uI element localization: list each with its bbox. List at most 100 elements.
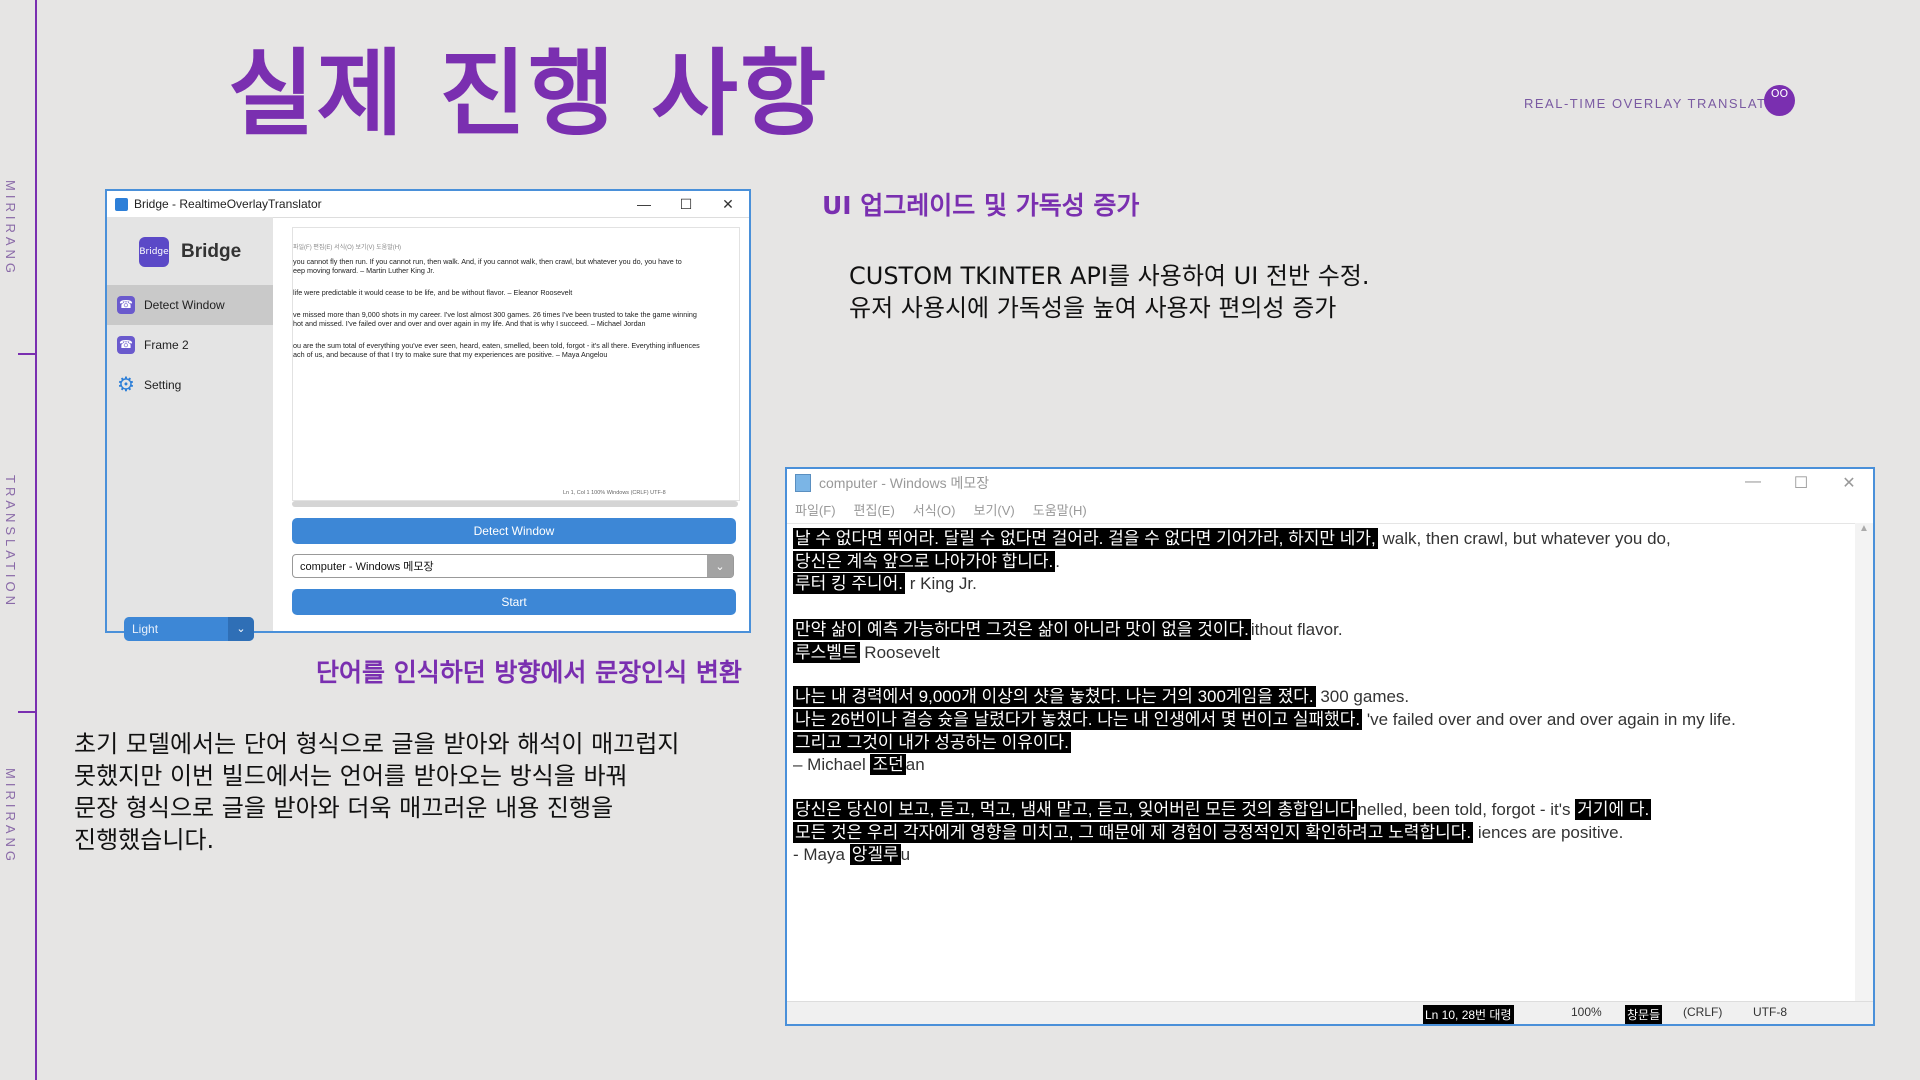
window-select-value: computer - Windows 메모장 xyxy=(300,561,434,573)
text-row: 만약 삶이 예측 가능하다면 그것은 삶이 아니라 맛이 없을 것이다. itho… xyxy=(793,619,1343,641)
original-text: Roosevelt xyxy=(859,643,940,662)
original-text: iences are positive. xyxy=(1473,823,1624,842)
text-row: 나는 26번이나 결승 슛을 날렸다가 놓쳤다. 나는 내 인생에서 몇 번이고… xyxy=(793,709,1736,731)
preview-menu: 파일(F) 편집(E) 서식(O) 보기(V) 도움말(H) xyxy=(293,245,402,251)
translation-overlay: 당신은 계속 앞으로 나아가야 합니다. xyxy=(793,551,1056,572)
status-line-ending-overlay: 창문들 xyxy=(1625,1005,1663,1024)
original-text: nelled, been told, forgot - it's xyxy=(1357,800,1576,819)
accent-tick xyxy=(18,353,36,355)
menu-edit[interactable]: 편집(E) xyxy=(854,500,895,519)
app-icon xyxy=(115,197,128,211)
menu-help[interactable]: 도움말(H) xyxy=(1033,500,1087,519)
text-row: - Maya 앙겔루 u xyxy=(793,844,910,866)
start-button[interactable]: Start xyxy=(292,589,736,615)
translation-overlay: 그리고 그것이 내가 성공하는 이유이다. xyxy=(793,732,1071,753)
text-row: 루스벨트 Roosevelt xyxy=(793,642,940,664)
preview-status: Ln 1, Col 1 100% Windows (CRLF) UTF-8 xyxy=(563,490,666,496)
original-text: walk, then crawl, but whatever you do, xyxy=(1377,529,1671,548)
status-encoding: UTF-8 xyxy=(1753,1005,1787,1019)
translation-overlay: 당신은 당신이 보고, 듣고, 먹고, 냄새 맡고, 듣고, 잊어버린 모든 것… xyxy=(793,799,1358,820)
preview-line: hot and missed. I've failed over and ove… xyxy=(293,319,646,328)
text-row: 나는 내 경력에서 9,000개 이상의 샷을 놓쳤다. 나는 거의 300게임… xyxy=(793,686,1409,708)
notepad-menu-bar: 파일(F) 편집(E) 서식(O) 보기(V) 도움말(H) xyxy=(787,497,1873,521)
body-line: 초기 모델에서는 단어 형식으로 글을 받아와 해석이 매끄럽지 xyxy=(74,730,680,758)
maximize-button[interactable]: ☐ xyxy=(665,196,707,213)
original-text: u xyxy=(900,845,911,864)
preview-line: you cannot fly then run. If you cannot r… xyxy=(293,257,682,266)
accent-tick xyxy=(18,711,36,713)
side-label: MIRIRANG xyxy=(3,180,18,277)
chevron-down-icon[interactable]: ⌄ xyxy=(228,617,254,641)
translation-overlay: 모든 것은 우리 각자에게 영향을 미치고, 그 때문에 제 경험이 긍정적인지… xyxy=(793,822,1474,843)
close-button[interactable]: ✕ xyxy=(707,196,749,213)
theme-value: Light xyxy=(132,622,159,636)
original-text: – Michael xyxy=(793,755,871,774)
minimize-button[interactable]: — xyxy=(1729,473,1777,493)
nav-setting[interactable]: ⚙ Setting xyxy=(107,365,273,405)
status-zoom: 100% xyxy=(1571,1005,1602,1019)
original-text: 've failed over and over and over again … xyxy=(1362,710,1736,729)
text-row: 당신은 당신이 보고, 듣고, 먹고, 냄새 맡고, 듣고, 잊어버린 모든 것… xyxy=(793,799,1652,821)
close-button[interactable]: ✕ xyxy=(1825,473,1873,493)
window-select[interactable]: computer - Windows 메모장 ⌄ xyxy=(292,554,734,578)
preview-line: ach of us, and because of that I try to … xyxy=(293,350,608,359)
original-text: r King Jr. xyxy=(905,574,977,593)
menu-file[interactable]: 파일(F) xyxy=(795,500,836,519)
preview-line: life were predictable it would cease to … xyxy=(293,288,573,297)
nav-label: Frame 2 xyxy=(144,338,189,352)
right-heading: UI 업그레이드 및 가독성 증가 xyxy=(822,191,1140,220)
maximize-button[interactable]: ☐ xyxy=(1777,473,1825,493)
window-controls: — ☐ ✕ xyxy=(1729,473,1873,493)
scroll-up-icon[interactable]: ▲ xyxy=(1855,523,1873,534)
original-text: an xyxy=(905,755,925,774)
brand-tag: REAL-TIME OVERLAY TRANSLATION xyxy=(1524,96,1795,111)
nav-frame-2[interactable]: ☎ Frame 2 xyxy=(107,325,273,365)
minimize-button[interactable]: — xyxy=(623,196,665,213)
body-line: CUSTOM TKINTER API를 사용하여 UI 전반 수정. xyxy=(849,262,1370,290)
page-title: 실제 진행 사항 xyxy=(228,40,829,149)
side-label: MIRIRANG xyxy=(3,768,18,865)
left-accent-line xyxy=(35,0,37,1080)
chevron-down-icon[interactable]: ⌄ xyxy=(707,555,733,577)
translation-overlay: 루스벨트 xyxy=(793,642,860,663)
menu-view[interactable]: 보기(V) xyxy=(973,500,1014,519)
detect-window-button[interactable]: Detect Window xyxy=(292,518,736,544)
text-row: 루터 킹 주니어. r King Jr. xyxy=(793,573,977,595)
bridge-logo-icon: Bridge xyxy=(139,237,169,267)
right-body: CUSTOM TKINTER API를 사용하여 UI 전반 수정. 유저 사용… xyxy=(849,260,1369,324)
side-label: TRANSLATION xyxy=(3,475,18,610)
phone-icon: ☎ xyxy=(117,296,135,314)
original-text: 300 games. xyxy=(1315,687,1410,706)
text-row: – Michael 조던 an xyxy=(793,754,925,776)
left-body: 초기 모델에서는 단어 형식으로 글을 받아와 해석이 매끄럽지 못했지만 이번… xyxy=(74,728,679,856)
bridge-title-bar: Bridge - RealtimeOverlayTranslator — ☐ ✕ xyxy=(107,191,749,218)
preview-line: ou are the sum total of everything you'v… xyxy=(293,341,700,350)
preview-line: ve missed more than 9,000 shots in my ca… xyxy=(293,310,697,319)
theme-select[interactable]: Light ⌄ xyxy=(124,617,254,641)
notepad-icon xyxy=(795,474,811,492)
text-row: 그리고 그것이 내가 성공하는 이유이다. xyxy=(793,732,1071,754)
body-line: 문장 형식으로 글을 받아와 더욱 매끄러운 내용 진행을 xyxy=(74,794,614,822)
capture-preview: 파일(F) 편집(E) 서식(O) 보기(V) 도움말(H) you canno… xyxy=(292,227,740,501)
text-row: 날 수 없다면 뛰어라. 달릴 수 없다면 걸어라. 걸을 수 없다면 기어가라… xyxy=(793,528,1671,550)
notepad-text-area[interactable]: 날 수 없다면 뛰어라. 달릴 수 없다면 걸어라. 걸을 수 없다면 기어가라… xyxy=(787,523,1855,1002)
body-line: 유저 사용시에 가독성을 높여 사용자 편의성 증가 xyxy=(849,294,1337,322)
nav-detect-window[interactable]: ☎ Detect Window xyxy=(107,285,273,325)
bridge-window: Bridge - RealtimeOverlayTranslator — ☐ ✕… xyxy=(105,189,751,641)
text-row: 모든 것은 우리 각자에게 영향을 미치고, 그 때문에 제 경험이 긍정적인지… xyxy=(793,822,1623,844)
vertical-scrollbar[interactable]: ▲ xyxy=(1855,523,1873,1002)
nav-label: Detect Window xyxy=(144,298,225,312)
original-text: ithout flavor. xyxy=(1250,620,1343,639)
body-line: 못했지만 이번 빌드에서는 언어를 받아오는 방식을 바꿔 xyxy=(74,762,628,790)
nav-label: Setting xyxy=(144,378,182,392)
status-line-ending: (CRLF) xyxy=(1683,1005,1723,1019)
translation-overlay: 조던 xyxy=(870,754,906,775)
preview-scrollbar[interactable] xyxy=(292,501,738,507)
original-text: - Maya xyxy=(793,845,850,864)
translation-overlay: 날 수 없다면 뛰어라. 달릴 수 없다면 걸어라. 걸을 수 없다면 기어가라… xyxy=(793,528,1378,549)
notepad-window: computer - Windows 메모장 — ☐ ✕ 파일(F) 편집(E)… xyxy=(785,467,1875,1026)
bridge-app-name: Bridge xyxy=(181,241,242,262)
notepad-title-bar: computer - Windows 메모장 — ☐ ✕ xyxy=(787,469,1873,497)
menu-format[interactable]: 서식(O) xyxy=(913,500,956,519)
bridge-window-title: Bridge - RealtimeOverlayTranslator xyxy=(134,197,322,211)
